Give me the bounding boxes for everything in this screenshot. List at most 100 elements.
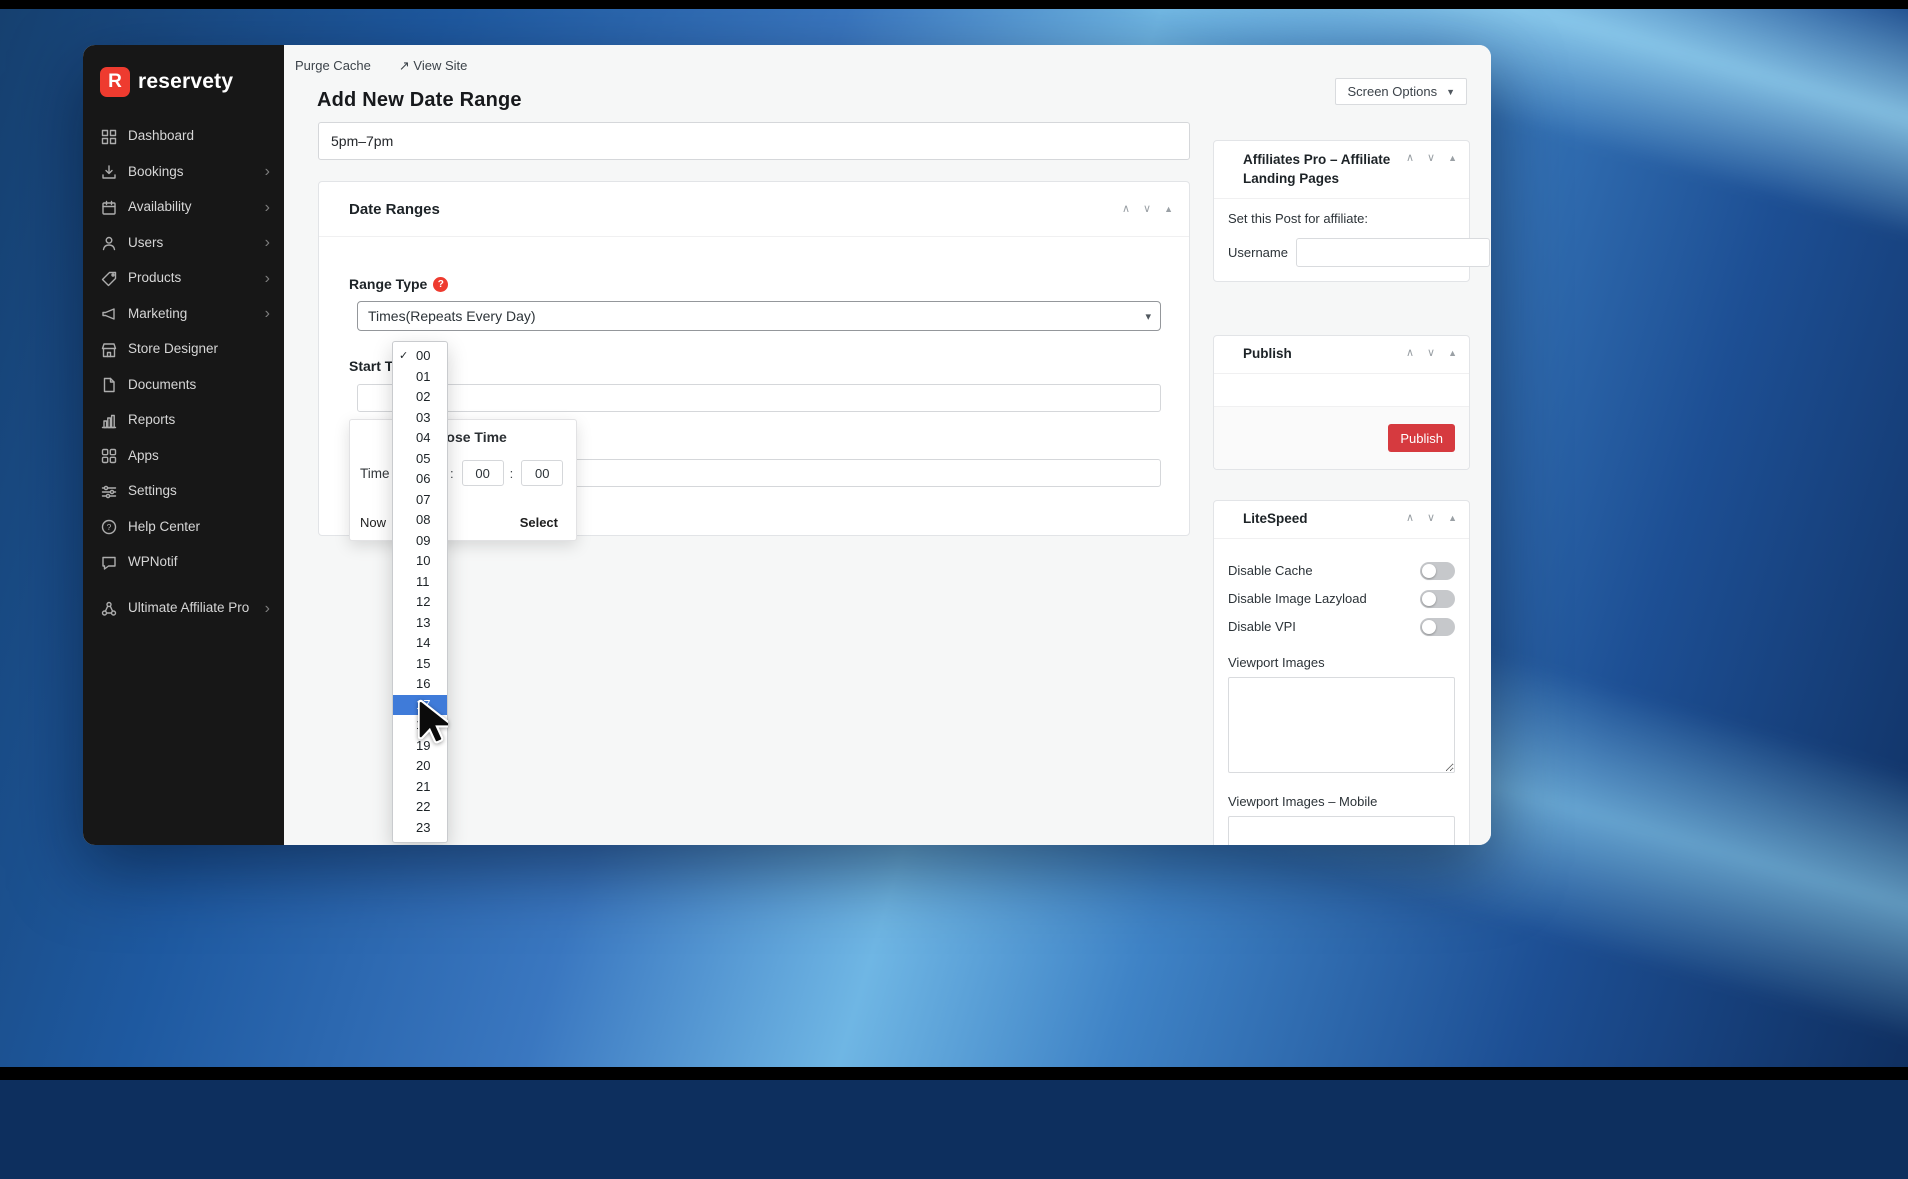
litespeed-box-title: LiteSpeed: [1243, 511, 1308, 526]
hour-option[interactable]: 21: [393, 777, 447, 798]
browser-app-window: R reservety Dashboard Bookings › Availab…: [83, 45, 1491, 845]
hour-dropdown-list[interactable]: ✓ 00 01 02 03 04 05 06 07 08 09 10 11 12…: [392, 341, 448, 843]
litespeed-box-header[interactable]: LiteSpeed ∧ ∨ ▲: [1214, 501, 1469, 538]
order-up-icon[interactable]: ∧: [1406, 513, 1414, 524]
sidebar-item-ultimate-affiliate-pro[interactable]: Ultimate Affiliate Pro ›: [83, 581, 284, 637]
disable-lazyload-label: Disable Image Lazyload: [1228, 591, 1367, 606]
order-up-icon[interactable]: ∧: [1406, 348, 1414, 359]
hour-option-label: 03: [416, 409, 431, 425]
sidebar-item-users[interactable]: Users ›: [83, 226, 284, 262]
viewport-images-textarea[interactable]: [1228, 676, 1455, 773]
hour-option[interactable]: 05: [393, 449, 447, 470]
hour-option[interactable]: 12: [393, 592, 447, 613]
caret-down-icon: ▼: [1446, 86, 1455, 97]
order-down-icon[interactable]: ∨: [1143, 203, 1151, 215]
sidebar-item-documents[interactable]: Documents: [83, 368, 284, 404]
order-up-icon[interactable]: ∧: [1122, 203, 1130, 215]
publish-button[interactable]: Publish: [1388, 424, 1455, 452]
hour-option[interactable]: 13: [393, 613, 447, 634]
hour-option[interactable]: 16: [393, 674, 447, 695]
viewport-images-mobile-textarea[interactable]: [1228, 815, 1455, 845]
hour-option[interactable]: 07: [393, 490, 447, 511]
hour-option[interactable]: 01: [393, 367, 447, 388]
publish-box-header[interactable]: Publish ∧ ∨ ▲: [1214, 336, 1469, 373]
hour-option[interactable]: 08: [393, 510, 447, 531]
hour-option[interactable]: 22: [393, 797, 447, 818]
help-icon[interactable]: ?: [433, 276, 449, 292]
order-up-icon[interactable]: ∧: [1406, 153, 1414, 164]
disable-cache-toggle[interactable]: [1420, 561, 1455, 580]
start-time-input[interactable]: [357, 384, 1161, 412]
hour-option[interactable]: 23: [393, 818, 447, 839]
sidebar-item-dashboard[interactable]: Dashboard: [83, 119, 284, 155]
sidebar-item-apps[interactable]: Apps: [83, 439, 284, 475]
sidebar-item-marketing[interactable]: Marketing ›: [83, 297, 284, 333]
hour-option[interactable]: 20: [393, 756, 447, 777]
username-input[interactable]: [1295, 238, 1490, 267]
hour-option[interactable]: 09: [393, 531, 447, 552]
select-button[interactable]: Select: [520, 515, 558, 530]
sliders-icon: [100, 484, 117, 500]
affiliates-box-header[interactable]: Affiliates Pro – Affiliate Landing Pages…: [1214, 141, 1469, 198]
hour-option-label: 21: [416, 778, 431, 794]
dashboard-icon: [100, 129, 117, 145]
hour-option[interactable]: 06: [393, 469, 447, 490]
hour-option[interactable]: 15: [393, 654, 447, 675]
check-icon: ✓: [399, 350, 409, 362]
sidebar-item-label: Reports: [128, 412, 176, 428]
hour-option[interactable]: 04: [393, 428, 447, 449]
hour-option-label: 12: [416, 594, 431, 609]
hour-option-label: 09: [416, 532, 431, 548]
sidebar-item-bookings[interactable]: Bookings ›: [83, 155, 284, 191]
hour-option[interactable]: 10: [393, 551, 447, 572]
date-ranges-panel-header[interactable]: Date Ranges ∧ ∨ ▲: [319, 182, 1189, 237]
screen-options-button[interactable]: Screen Options ▼: [1335, 78, 1467, 105]
document-icon: [100, 377, 117, 393]
affiliates-box-body: Set this Post for affiliate: Username: [1214, 199, 1490, 281]
order-down-icon[interactable]: ∨: [1427, 348, 1435, 359]
disable-cache-label: Disable Cache: [1228, 563, 1313, 578]
box-controls: ∧ ∨ ▲: [1406, 513, 1457, 524]
litespeed-box-body: Disable Cache Disable Image Lazyload Dis…: [1214, 539, 1469, 845]
disable-cache-row: Disable Cache: [1228, 557, 1455, 585]
post-title-input[interactable]: [318, 122, 1190, 160]
disable-vpi-label: Disable VPI: [1228, 619, 1296, 634]
sidebar-item-label: Bookings: [128, 163, 184, 179]
hour-option[interactable]: ✓ 00: [393, 346, 447, 367]
second-input[interactable]: [521, 460, 564, 486]
hour-option-label: 23: [416, 819, 431, 835]
collapse-toggle-icon[interactable]: ▲: [1448, 154, 1457, 163]
sidebar-item-settings[interactable]: Settings: [83, 474, 284, 510]
sidebar-item-availability[interactable]: Availability ›: [83, 190, 284, 226]
sidebar-item-wpnotif[interactable]: WPNotif: [83, 545, 284, 581]
now-button[interactable]: Now: [360, 515, 386, 530]
sidebar-item-label: Apps: [128, 447, 159, 463]
hour-option[interactable]: 11: [393, 572, 447, 593]
hour-option[interactable]: 14: [393, 633, 447, 654]
sidebar-item-help-center[interactable]: ? Help Center: [83, 510, 284, 546]
collapse-toggle-icon[interactable]: ▲: [1164, 204, 1173, 214]
hour-option[interactable]: 03: [393, 408, 447, 429]
sidebar-item-label: Users: [128, 234, 164, 250]
disable-vpi-toggle[interactable]: [1420, 617, 1455, 636]
minute-input[interactable]: [461, 460, 504, 486]
range-type-select[interactable]: Times(Repeats Every Day) ▾: [357, 301, 1161, 331]
mouse-cursor: [418, 699, 448, 744]
collapse-toggle-icon[interactable]: ▲: [1448, 514, 1457, 523]
chevron-right-icon: ›: [264, 163, 270, 181]
view-site-link[interactable]: ↗ View Site: [399, 58, 468, 74]
reservety-logo[interactable]: R reservety: [83, 45, 284, 97]
sidebar-item-products[interactable]: Products ›: [83, 261, 284, 297]
purge-cache-link[interactable]: Purge Cache: [295, 58, 371, 74]
order-down-icon[interactable]: ∨: [1427, 513, 1435, 524]
sidebar-item-store-designer[interactable]: Store Designer: [83, 332, 284, 368]
sidebar-item-reports[interactable]: Reports: [83, 403, 284, 439]
page-title: Add New Date Range: [317, 89, 522, 112]
order-down-icon[interactable]: ∨: [1427, 153, 1435, 164]
chevron-right-icon: ›: [264, 305, 270, 323]
hour-option-label: 16: [416, 676, 431, 691]
disable-lazyload-toggle[interactable]: [1420, 589, 1455, 608]
username-row: Username: [1228, 238, 1490, 267]
hour-option[interactable]: 02: [393, 387, 447, 408]
collapse-toggle-icon[interactable]: ▲: [1448, 349, 1457, 358]
